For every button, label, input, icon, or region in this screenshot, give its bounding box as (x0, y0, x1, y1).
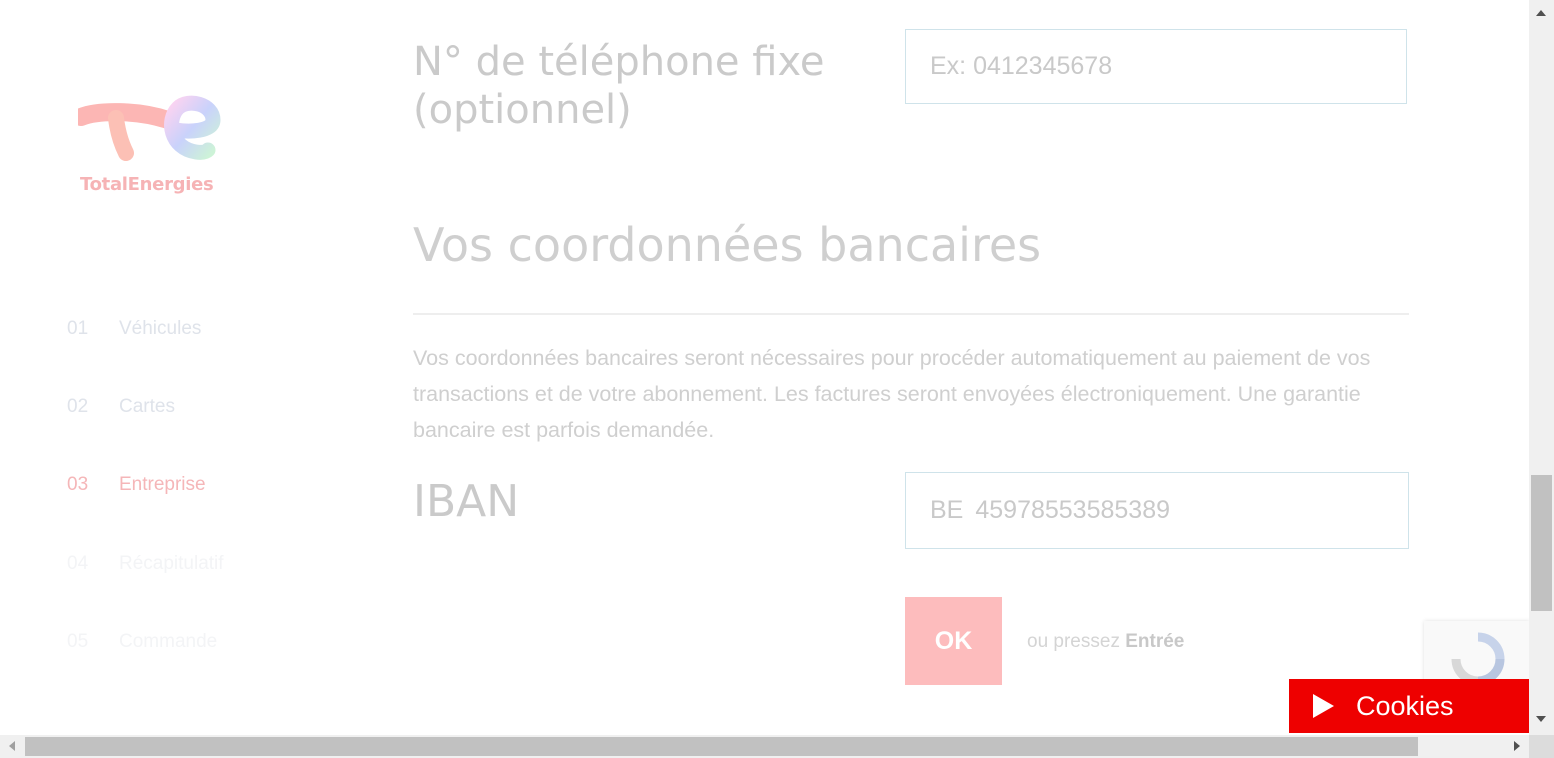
brand-name: TotalEnergies (80, 174, 214, 195)
scrollbar-corner (1529, 735, 1554, 758)
bank-section-title: Vos coordonnées bancaires (413, 218, 1042, 272)
step-vehicules[interactable]: 01 Véhicules (67, 318, 201, 340)
step-number: 02 (67, 396, 89, 417)
recaptcha-icon (1477, 632, 1505, 660)
iban-country-prefix: BE (930, 496, 964, 524)
enter-hint-text: ou pressez (1027, 631, 1120, 652)
iban-label: IBAN (413, 476, 520, 527)
vertical-scrollbar[interactable] (1529, 0, 1554, 735)
step-label: Commande (119, 631, 218, 652)
step-number: 03 (67, 474, 89, 495)
step-recapitulatif[interactable]: 04 Récapitulatif (67, 553, 224, 575)
vertical-scroll-thumb[interactable] (1531, 475, 1552, 611)
enter-key-label: Entrée (1125, 631, 1185, 652)
scroll-down-icon[interactable] (1536, 716, 1546, 722)
step-label: Cartes (119, 396, 175, 417)
scroll-left-icon[interactable] (9, 741, 15, 751)
cookies-button[interactable]: Cookies (1289, 679, 1529, 733)
iban-value: 45978553585389 (975, 496, 1171, 524)
step-number: 04 (67, 553, 89, 574)
step-number: 01 (67, 318, 89, 339)
horizontal-scroll-thumb[interactable] (25, 737, 1418, 756)
play-icon (1313, 694, 1334, 718)
step-label: Entreprise (119, 474, 206, 495)
scroll-right-icon[interactable] (1514, 741, 1520, 751)
phone-input[interactable] (905, 29, 1407, 104)
bank-description: Vos coordonnées bancaires seront nécessa… (413, 346, 1371, 442)
iban-input[interactable]: BE 45978553585389 (905, 472, 1409, 549)
phone-label: N° de téléphone fixe (optionnel) (413, 39, 825, 133)
scroll-up-icon[interactable] (1536, 10, 1546, 16)
page: TotalEnergies 01 Véhicules 02 Cartes 03 … (0, 0, 1554, 758)
step-entreprise[interactable]: 03 Entreprise (67, 474, 206, 496)
step-commande[interactable]: 05 Commande (67, 631, 217, 653)
section-divider (413, 313, 1409, 315)
step-cartes[interactable]: 02 Cartes (67, 396, 175, 418)
step-label: Véhicules (119, 318, 202, 339)
step-label: Récapitulatif (119, 553, 224, 574)
cookies-label: Cookies (1356, 690, 1454, 721)
enter-hint: ou pressez Entrée (1027, 631, 1184, 653)
horizontal-scrollbar[interactable] (0, 735, 1529, 758)
step-number: 05 (67, 631, 89, 652)
ok-button[interactable]: OK (905, 597, 1002, 685)
